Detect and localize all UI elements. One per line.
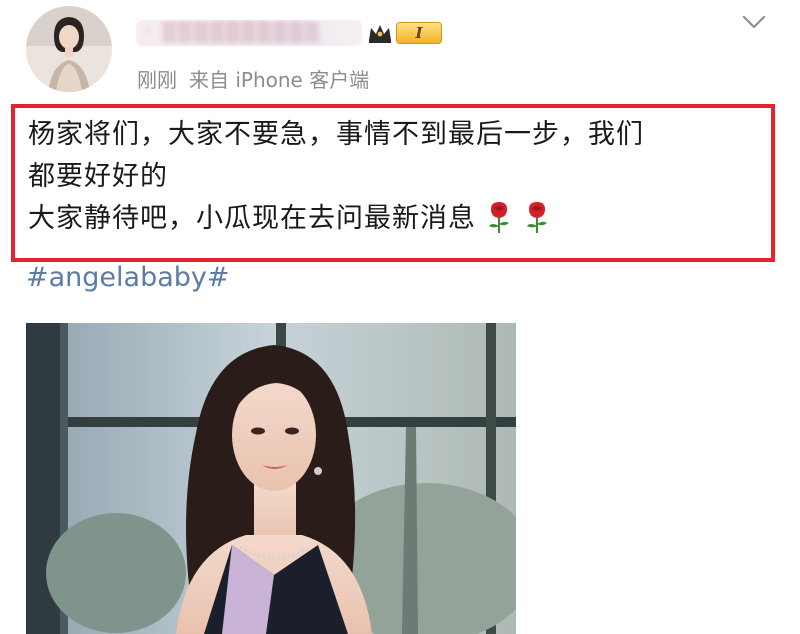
crown-icon <box>369 25 391 43</box>
weibo-post: ◦ ▒▒▒▒▒▒▒▒▒▒ I 刚刚 来自 iPhone 客户端 杨家将们，大家不要… <box>0 0 800 634</box>
username[interactable]: ◦ ▒▒▒▒▒▒▒▒▒▒ <box>136 20 362 46</box>
post-line-text: 大家静待吧，小瓜现在去问最新消息 <box>28 203 476 234</box>
chevron-down-icon[interactable] <box>740 12 768 32</box>
post-line-3: 大家静待吧，小瓜现在去问最新消息 <box>28 198 773 240</box>
username-text: ◦ ▒▒▒▒▒▒▒▒▒▒ <box>142 22 321 43</box>
hashtag-link[interactable]: #angelababy# <box>26 262 230 293</box>
avatar[interactable] <box>26 6 112 92</box>
post-timestamp: 刚刚 <box>137 68 177 92</box>
post-meta: 刚刚 来自 iPhone 客户端 <box>137 64 369 93</box>
post-source[interactable]: 来自 iPhone 客户端 <box>189 68 369 92</box>
post-photo[interactable] <box>26 323 516 634</box>
rose-icon <box>527 202 547 233</box>
level-badge[interactable]: I <box>396 22 442 44</box>
post-line: 都要好好的 <box>28 161 168 192</box>
post-body: 杨家将们，大家不要急，事情不到最后一步，我们 都要好好的 大家静待吧，小瓜现在去… <box>28 114 773 240</box>
post-line: 杨家将们，大家不要急，事情不到最后一步，我们 <box>28 119 644 150</box>
rose-icon <box>489 202 509 233</box>
